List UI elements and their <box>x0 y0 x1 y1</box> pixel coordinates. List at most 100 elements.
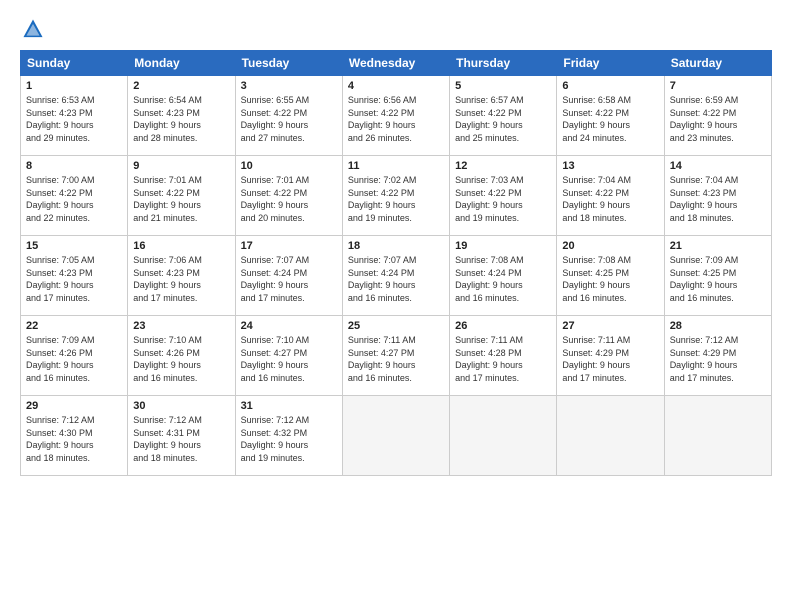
day-number: 13 <box>562 160 658 172</box>
weekday-header: Saturday <box>664 51 771 76</box>
calendar-cell: 6 Sunrise: 6:58 AM Sunset: 4:22 PM Daylig… <box>557 76 664 156</box>
day-info: Sunrise: 7:03 AM Sunset: 4:22 PM Dayligh… <box>455 174 551 224</box>
calendar-cell: 28Sunrise: 7:12 AM Sunset: 4:29 PM Dayli… <box>664 316 771 396</box>
calendar-cell: 18Sunrise: 7:07 AM Sunset: 4:24 PM Dayli… <box>342 236 449 316</box>
day-number: 18 <box>348 240 444 252</box>
day-number: 30 <box>133 400 229 412</box>
day-info: Sunrise: 7:11 AM Sunset: 4:29 PM Dayligh… <box>562 334 658 384</box>
calendar-week-row: 1 Sunrise: 6:53 AM Sunset: 4:23 PM Daylig… <box>21 76 772 156</box>
day-info: Sunrise: 6:57 AM Sunset: 4:22 PM Dayligh… <box>455 94 551 144</box>
day-info: Sunrise: 7:02 AM Sunset: 4:22 PM Dayligh… <box>348 174 444 224</box>
calendar-cell: 3 Sunrise: 6:55 AM Sunset: 4:22 PM Daylig… <box>235 76 342 156</box>
weekday-row: SundayMondayTuesdayWednesdayThursdayFrid… <box>21 51 772 76</box>
day-number: 14 <box>670 160 766 172</box>
calendar-cell: 17 Sunrise: 7:07 AM Sunset: 4:24 PM Dayli… <box>235 236 342 316</box>
day-info: Sunrise: 6:59 AM Sunset: 4:22 PM Dayligh… <box>670 94 766 144</box>
day-info: Sunrise: 6:58 AM Sunset: 4:22 PM Dayligh… <box>562 94 658 144</box>
day-number: 29 <box>26 400 122 412</box>
header <box>20 18 772 40</box>
calendar-cell: 19 Sunrise: 7:08 AM Sunset: 4:24 PM Dayli… <box>450 236 557 316</box>
page: SundayMondayTuesdayWednesdayThursdayFrid… <box>0 0 792 612</box>
day-info: Sunrise: 7:06 AM Sunset: 4:23 PM Dayligh… <box>133 254 229 304</box>
day-info: Sunrise: 7:08 AM Sunset: 4:25 PM Dayligh… <box>562 254 658 304</box>
calendar-cell: 23 Sunrise: 7:10 AM Sunset: 4:26 PM Dayli… <box>128 316 235 396</box>
day-info: Sunrise: 7:04 AM Sunset: 4:23 PM Dayligh… <box>670 174 766 224</box>
calendar-header: SundayMondayTuesdayWednesdayThursdayFrid… <box>21 51 772 76</box>
weekday-header: Tuesday <box>235 51 342 76</box>
day-number: 2 <box>133 80 229 92</box>
day-info: Sunrise: 6:55 AM Sunset: 4:22 PM Dayligh… <box>241 94 337 144</box>
day-info: Sunrise: 7:08 AM Sunset: 4:24 PM Dayligh… <box>455 254 551 304</box>
weekday-header: Wednesday <box>342 51 449 76</box>
calendar-cell <box>557 396 664 476</box>
day-info: Sunrise: 7:01 AM Sunset: 4:22 PM Dayligh… <box>241 174 337 224</box>
calendar-cell: 30 Sunrise: 7:12 AM Sunset: 4:31 PM Dayli… <box>128 396 235 476</box>
day-info: Sunrise: 7:05 AM Sunset: 4:23 PM Dayligh… <box>26 254 122 304</box>
day-number: 19 <box>455 240 551 252</box>
day-number: 31 <box>241 400 337 412</box>
calendar-cell: 9 Sunrise: 7:01 AM Sunset: 4:22 PM Daylig… <box>128 156 235 236</box>
day-info: Sunrise: 6:53 AM Sunset: 4:23 PM Dayligh… <box>26 94 122 144</box>
calendar-cell: 27Sunrise: 7:11 AM Sunset: 4:29 PM Dayli… <box>557 316 664 396</box>
day-number: 7 <box>670 80 766 92</box>
day-info: Sunrise: 7:10 AM Sunset: 4:27 PM Dayligh… <box>241 334 337 384</box>
day-info: Sunrise: 7:07 AM Sunset: 4:24 PM Dayligh… <box>241 254 337 304</box>
calendar-week-row: 29 Sunrise: 7:12 AM Sunset: 4:30 PM Dayli… <box>21 396 772 476</box>
calendar-cell: 22Sunrise: 7:09 AM Sunset: 4:26 PM Dayli… <box>21 316 128 396</box>
calendar-cell: 2 Sunrise: 6:54 AM Sunset: 4:23 PM Daylig… <box>128 76 235 156</box>
day-info: Sunrise: 7:12 AM Sunset: 4:31 PM Dayligh… <box>133 414 229 464</box>
calendar-cell: 16 Sunrise: 7:06 AM Sunset: 4:23 PM Dayli… <box>128 236 235 316</box>
day-info: Sunrise: 7:09 AM Sunset: 4:26 PM Dayligh… <box>26 334 122 384</box>
day-number: 3 <box>241 80 337 92</box>
calendar-cell: 8Sunrise: 7:00 AM Sunset: 4:22 PM Daylig… <box>21 156 128 236</box>
day-info: Sunrise: 7:00 AM Sunset: 4:22 PM Dayligh… <box>26 174 122 224</box>
calendar-cell: 29 Sunrise: 7:12 AM Sunset: 4:30 PM Dayli… <box>21 396 128 476</box>
day-info: Sunrise: 7:09 AM Sunset: 4:25 PM Dayligh… <box>670 254 766 304</box>
day-info: Sunrise: 7:01 AM Sunset: 4:22 PM Dayligh… <box>133 174 229 224</box>
logo-icon <box>22 18 44 40</box>
day-number: 6 <box>562 80 658 92</box>
logo <box>20 18 48 40</box>
calendar-cell: 31 Sunrise: 7:12 AM Sunset: 4:32 PM Dayli… <box>235 396 342 476</box>
calendar-week-row: 8Sunrise: 7:00 AM Sunset: 4:22 PM Daylig… <box>21 156 772 236</box>
day-number: 12 <box>455 160 551 172</box>
day-info: Sunrise: 6:54 AM Sunset: 4:23 PM Dayligh… <box>133 94 229 144</box>
day-number: 21 <box>670 240 766 252</box>
calendar-cell: 24 Sunrise: 7:10 AM Sunset: 4:27 PM Dayli… <box>235 316 342 396</box>
day-info: Sunrise: 7:10 AM Sunset: 4:26 PM Dayligh… <box>133 334 229 384</box>
day-number: 16 <box>133 240 229 252</box>
calendar-cell: 13 Sunrise: 7:04 AM Sunset: 4:22 PM Dayli… <box>557 156 664 236</box>
calendar-cell: 10 Sunrise: 7:01 AM Sunset: 4:22 PM Dayli… <box>235 156 342 236</box>
weekday-header: Monday <box>128 51 235 76</box>
day-number: 17 <box>241 240 337 252</box>
calendar-cell: 1 Sunrise: 6:53 AM Sunset: 4:23 PM Daylig… <box>21 76 128 156</box>
day-info: Sunrise: 7:12 AM Sunset: 4:29 PM Dayligh… <box>670 334 766 384</box>
weekday-header: Sunday <box>21 51 128 76</box>
day-info: Sunrise: 7:04 AM Sunset: 4:22 PM Dayligh… <box>562 174 658 224</box>
day-number: 23 <box>133 320 229 332</box>
calendar-week-row: 15Sunrise: 7:05 AM Sunset: 4:23 PM Dayli… <box>21 236 772 316</box>
day-number: 1 <box>26 80 122 92</box>
calendar-cell: 11Sunrise: 7:02 AM Sunset: 4:22 PM Dayli… <box>342 156 449 236</box>
weekday-header: Friday <box>557 51 664 76</box>
calendar-cell: 26Sunrise: 7:11 AM Sunset: 4:28 PM Dayli… <box>450 316 557 396</box>
day-info: Sunrise: 7:12 AM Sunset: 4:32 PM Dayligh… <box>241 414 337 464</box>
calendar-body: 1 Sunrise: 6:53 AM Sunset: 4:23 PM Daylig… <box>21 76 772 476</box>
day-number: 9 <box>133 160 229 172</box>
day-info: Sunrise: 6:56 AM Sunset: 4:22 PM Dayligh… <box>348 94 444 144</box>
calendar-cell: 4 Sunrise: 6:56 AM Sunset: 4:22 PM Daylig… <box>342 76 449 156</box>
day-info: Sunrise: 7:12 AM Sunset: 4:30 PM Dayligh… <box>26 414 122 464</box>
day-info: Sunrise: 7:11 AM Sunset: 4:27 PM Dayligh… <box>348 334 444 384</box>
calendar-cell: 15Sunrise: 7:05 AM Sunset: 4:23 PM Dayli… <box>21 236 128 316</box>
day-number: 10 <box>241 160 337 172</box>
calendar-cell <box>450 396 557 476</box>
calendar-cell: 25Sunrise: 7:11 AM Sunset: 4:27 PM Dayli… <box>342 316 449 396</box>
calendar-cell: 20Sunrise: 7:08 AM Sunset: 4:25 PM Dayli… <box>557 236 664 316</box>
day-number: 24 <box>241 320 337 332</box>
calendar-cell: 12 Sunrise: 7:03 AM Sunset: 4:22 PM Dayli… <box>450 156 557 236</box>
day-number: 5 <box>455 80 551 92</box>
calendar-cell <box>664 396 771 476</box>
weekday-header: Thursday <box>450 51 557 76</box>
day-number: 4 <box>348 80 444 92</box>
calendar-cell: 21 Sunrise: 7:09 AM Sunset: 4:25 PM Dayli… <box>664 236 771 316</box>
